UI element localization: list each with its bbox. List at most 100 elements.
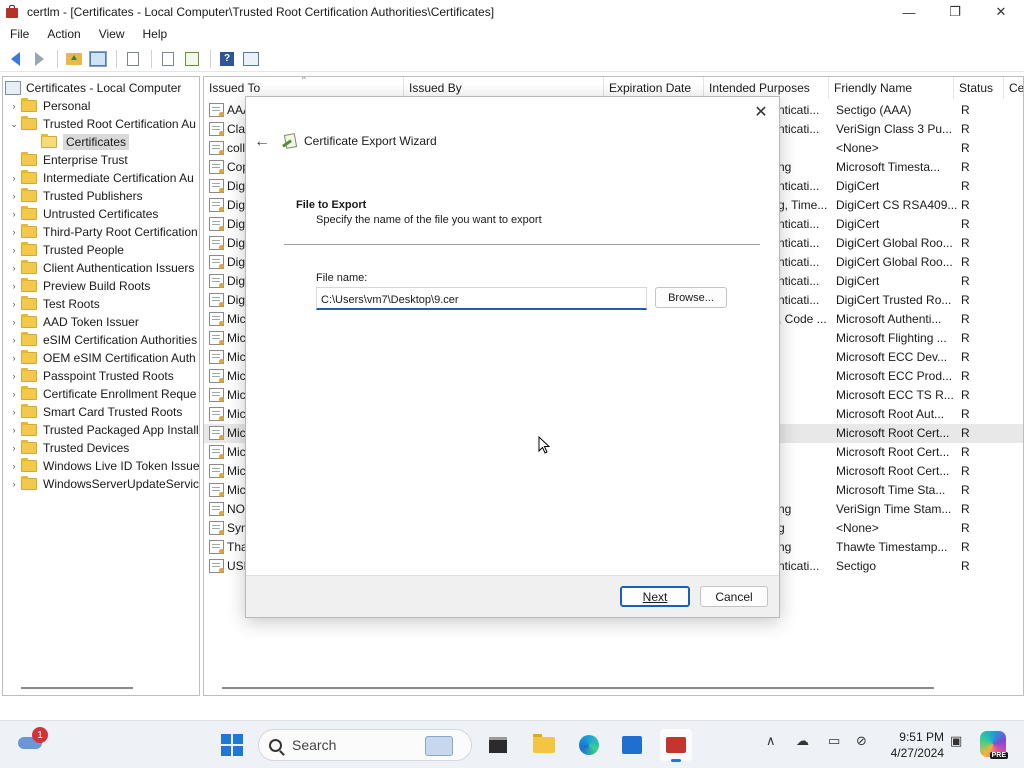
chevron-right-icon[interactable]: ›	[7, 461, 21, 471]
file-name-input[interactable]	[316, 287, 647, 310]
tree-item[interactable]: Certificates - Local Computer	[3, 79, 181, 97]
tree-item[interactable]: › Client Authentication Issuers	[7, 259, 194, 277]
minimize-button[interactable]: —	[886, 0, 932, 24]
menu-help[interactable]: Help	[133, 27, 176, 41]
column-template-label: Ce	[1009, 81, 1024, 95]
tree-item[interactable]: › eSIM Certification Authorities	[7, 331, 197, 349]
dialog-close-button[interactable]: ✕	[751, 102, 771, 122]
folder-icon	[21, 260, 37, 274]
certlm-app[interactable]	[660, 729, 692, 762]
chevron-right-icon[interactable]: ›	[7, 263, 21, 273]
column-friendly-name[interactable]: Friendly Name	[829, 77, 954, 99]
menu-file[interactable]: File	[0, 27, 37, 41]
tree-item[interactable]: › Test Roots	[7, 295, 100, 313]
folder-icon	[21, 224, 37, 238]
chevron-right-icon[interactable]: ›	[7, 191, 21, 201]
tree-item[interactable]: Enterprise Trust	[7, 151, 128, 169]
tree-horizontal-scrollbar[interactable]	[21, 687, 133, 689]
chevron-right-icon[interactable]: ›	[7, 407, 21, 417]
terminal-app[interactable]	[482, 729, 514, 761]
cell-status: R	[961, 236, 970, 250]
tree-item[interactable]: › Untrusted Certificates	[7, 205, 158, 223]
cell-intended-purposes: nticati...	[778, 103, 820, 117]
cell-intended-purposes: nticati...	[778, 559, 820, 573]
clock[interactable]: 9:51 PM 4/27/2024	[884, 729, 944, 761]
weather-widget[interactable]: 1	[18, 727, 48, 749]
export-list-icon[interactable]	[181, 49, 203, 69]
tree-item[interactable]: Certificates	[27, 133, 130, 151]
tree-item[interactable]: › Third-Party Root Certification	[7, 223, 198, 241]
next-button[interactable]: Next	[620, 586, 690, 607]
chevron-right-icon[interactable]: ›	[7, 227, 21, 237]
cancel-button[interactable]: Cancel	[700, 586, 768, 607]
column-certificate-template[interactable]: Ce	[1004, 77, 1024, 99]
tree-item[interactable]: ⌄ Trusted Root Certification Au	[7, 115, 196, 133]
tree-item-label: Trusted Publishers	[43, 189, 143, 203]
forward-icon[interactable]	[28, 49, 50, 69]
notification-icon[interactable]: ▣	[950, 733, 962, 749]
browse-button[interactable]: Browse...	[655, 287, 727, 308]
chevron-right-icon[interactable]: ›	[7, 443, 21, 453]
start-button[interactable]	[221, 734, 243, 756]
chevron-right-icon[interactable]: ›	[7, 317, 21, 327]
tree-item[interactable]: › AAD Token Issuer	[7, 313, 139, 331]
tree-item[interactable]: › Trusted Devices	[7, 439, 129, 457]
tree-item[interactable]: › Passpoint Trusted Roots	[7, 367, 174, 385]
chevron-down-icon[interactable]: ⌄	[7, 119, 21, 130]
copilot-icon[interactable]: PRE	[980, 731, 1008, 759]
chevron-right-icon[interactable]: ›	[7, 245, 21, 255]
cell-friendly-name: <None>	[836, 141, 879, 155]
back-arrow-icon[interactable]: ←	[254, 133, 270, 151]
properties-icon[interactable]	[157, 49, 179, 69]
tree-item[interactable]: › Smart Card Trusted Roots	[7, 403, 182, 421]
tree-item[interactable]: › Personal	[7, 97, 90, 115]
copy-icon[interactable]	[122, 49, 144, 69]
chevron-right-icon[interactable]: ›	[7, 299, 21, 309]
store-app[interactable]	[616, 729, 648, 761]
cell-issued-to: Mic	[227, 388, 246, 402]
menu-view[interactable]: View	[89, 27, 133, 41]
tray-chevron-icon[interactable]: ∧	[766, 733, 776, 749]
column-status[interactable]: Status	[954, 77, 1004, 99]
chevron-right-icon[interactable]: ›	[7, 371, 21, 381]
tree-item[interactable]: › WindowsServerUpdateService	[7, 475, 199, 493]
cell-friendly-name: Microsoft Root Cert...	[836, 464, 950, 478]
tree-item-label: Trusted Devices	[43, 441, 130, 455]
cell-status: R	[961, 141, 970, 155]
toolbar-separator	[210, 49, 211, 68]
show-hide-tree-icon[interactable]	[87, 49, 109, 69]
menu-action[interactable]: Action	[37, 27, 88, 41]
action-pane-icon[interactable]	[240, 49, 262, 69]
chevron-right-icon[interactable]: ›	[7, 101, 21, 111]
maximize-button[interactable]: ❐	[932, 0, 978, 24]
certificate-icon	[209, 217, 224, 231]
tree-item[interactable]: › Intermediate Certification Au	[7, 169, 194, 187]
onedrive-icon[interactable]: ☁	[796, 733, 809, 749]
tree-item[interactable]: › OEM eSIM Certification Auth	[7, 349, 196, 367]
network-icon[interactable]: ⊘	[856, 733, 867, 749]
up-folder-icon[interactable]	[63, 49, 85, 69]
display-icon[interactable]: ▭	[828, 733, 840, 749]
close-button[interactable]: ✕	[978, 0, 1024, 24]
chevron-right-icon[interactable]: ›	[7, 353, 21, 363]
tree-item[interactable]: › Trusted People	[7, 241, 124, 259]
edge-app[interactable]	[573, 729, 605, 761]
chevron-right-icon[interactable]: ›	[7, 173, 21, 183]
tree-item[interactable]: › Preview Build Roots	[7, 277, 150, 295]
tree-item[interactable]: › Trusted Packaged App Install	[7, 421, 199, 439]
back-icon[interactable]	[4, 49, 26, 69]
tree-item[interactable]: › Windows Live ID Token Issuer	[7, 457, 199, 475]
tree-item[interactable]: › Certificate Enrollment Reque	[7, 385, 196, 403]
file-explorer-app[interactable]	[528, 729, 560, 761]
chevron-right-icon[interactable]: ›	[7, 479, 21, 489]
chevron-right-icon[interactable]: ›	[7, 209, 21, 219]
help-icon[interactable]: ?	[216, 49, 238, 69]
chevron-right-icon[interactable]: ›	[7, 425, 21, 435]
tree-item[interactable]: › Trusted Publishers	[7, 187, 143, 205]
list-horizontal-scrollbar[interactable]	[222, 687, 934, 689]
chevron-right-icon[interactable]: ›	[7, 281, 21, 291]
folder-icon	[21, 422, 37, 436]
taskbar-search[interactable]: Search	[258, 729, 472, 761]
chevron-right-icon[interactable]: ›	[7, 389, 21, 399]
chevron-right-icon[interactable]: ›	[7, 335, 21, 345]
